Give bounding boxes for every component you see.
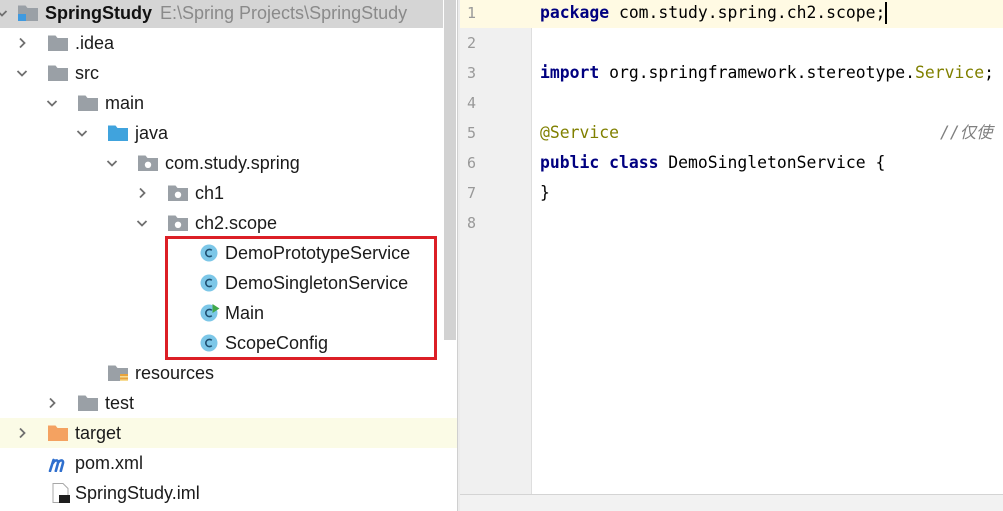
code-line-5[interactable]: @Service //仅使 [540,118,993,148]
code-line-1[interactable]: package com.study.spring.ch2.scope; [540,0,888,28]
folder-icon [78,395,98,411]
code-line-6[interactable]: public class DemoSingletonService { [540,148,885,178]
tree-item-iml[interactable]: SpringStudy.iml [0,478,443,508]
line-number: 1 [467,4,477,22]
code-line-7[interactable]: } [540,178,550,208]
tree-item-java[interactable]: java [0,118,443,148]
tree-item-main[interactable]: main [0,88,443,118]
tree-item-label: pom.xml [75,453,144,473]
root-label: SpringStudy E:\Spring Projects\SpringStud… [45,2,407,24]
folder-icon [78,95,98,111]
tree-item-test[interactable]: test [0,388,443,418]
code-editor[interactable]: 1 2 3 4 5 6 7 8 package com.study.spring… [460,0,1003,511]
package-icon [168,215,188,231]
tree-item-resources[interactable]: resources [0,358,443,388]
tree-item-label: com.study.spring [165,153,300,173]
keyword-class: class [609,153,659,172]
closing-brace: } [540,183,550,202]
line-number: 3 [467,64,477,82]
chevron-down-icon[interactable] [46,97,58,109]
chevron-down-icon[interactable] [106,157,118,169]
import-path: org.springframework.stereotype. [599,63,915,82]
tree-item-label: src [75,63,99,83]
editor-horizontal-scrollbar[interactable] [460,494,1003,511]
keyword-package: package [540,3,610,22]
project-tree[interactable]: SpringStudy E:\Spring Projects\SpringStud… [0,0,457,511]
tree-scrollbar-thumb[interactable] [444,0,456,340]
line-number: 5 [467,124,477,142]
line-number: 8 [467,214,477,232]
line-number: 6 [467,154,477,172]
tree-item-pom-xml[interactable]: pom.xml [0,448,443,478]
tree-item-label: .idea [75,33,115,53]
module-file-icon [52,483,70,503]
tree-item-target[interactable]: target [0,418,457,448]
project-name: SpringStudy [45,3,152,23]
line-number: 2 [467,34,477,52]
tree-item-label: resources [135,363,215,383]
folder-icon [48,35,68,51]
red-highlight-box [165,236,437,360]
chevron-right-icon[interactable] [136,187,148,199]
chevron-right-icon[interactable] [46,397,58,409]
keyword-public: public [540,153,600,172]
text-caret [885,2,888,24]
keyword-import: import [540,63,600,82]
line-number: 4 [467,94,477,112]
tree-item-label: ch1 [195,183,225,203]
line-number: 7 [467,184,477,202]
tree-item-ch2-scope[interactable]: ch2.scope [0,208,443,238]
code-comment: //仅使 [940,123,993,142]
tree-item-root[interactable]: SpringStudy E:\Spring Projects\SpringStud… [0,0,443,28]
class-declaration: DemoSingletonService { [658,153,886,172]
tree-item-label: test [105,393,135,413]
maven-pom-icon [48,458,65,472]
tree-item-ch1[interactable]: ch1 [0,178,443,208]
tree-item-com-study-spring[interactable]: com.study.spring [0,148,443,178]
import-class: Service [915,63,985,82]
tree-item-label: ch2.scope [195,213,278,233]
tree-item-idea[interactable]: .idea [0,28,443,58]
tree-item-src[interactable]: src [0,58,443,88]
package-icon [138,155,158,171]
tree-item-label: SpringStudy.iml [75,483,200,503]
tree-item-label: java [135,123,169,143]
code-line-3[interactable]: import org.springframework.stereotype.Se… [540,58,994,88]
resources-folder-icon [108,365,128,381]
tree-item-label: main [105,93,145,113]
chevron-down-icon[interactable] [0,7,8,19]
annotation-service: @Service [540,123,619,142]
package-icon [168,185,188,201]
module-folder-icon [18,5,38,21]
excluded-folder-icon [48,425,68,441]
source-folder-icon [108,125,128,141]
chevron-down-icon[interactable] [16,67,28,79]
chevron-right-icon[interactable] [16,427,28,439]
tree-item-label: target [75,423,122,443]
chevron-down-icon[interactable] [76,127,88,139]
chevron-down-icon[interactable] [136,217,148,229]
folder-icon [48,65,68,81]
project-path: E:\Spring Projects\SpringStudy [160,3,408,23]
chevron-right-icon[interactable] [16,37,28,49]
semicolon: ; [984,63,994,82]
package-name: com.study.spring.ch2.scope; [609,3,886,22]
